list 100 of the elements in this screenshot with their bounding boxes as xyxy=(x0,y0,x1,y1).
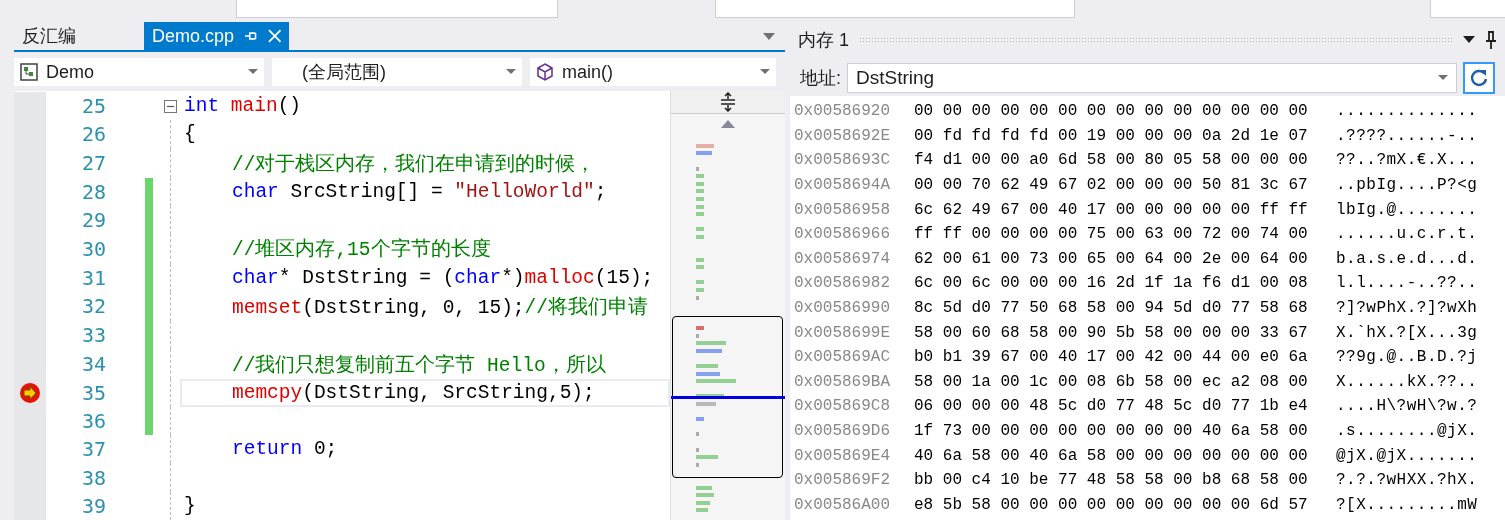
memory-bytes: bb 00 c4 10 be 77 48 58 58 00 b8 68 58 00 xyxy=(914,471,1309,490)
panel-title: 内存 1 xyxy=(798,29,849,52)
navigation-dropdown[interactable]: (全局范围) xyxy=(272,58,522,86)
dropdown-icon[interactable] xyxy=(1463,36,1475,44)
line-number: 30 xyxy=(80,236,106,261)
memory-ascii: .............. xyxy=(1336,102,1478,121)
refresh-button[interactable] xyxy=(1463,62,1495,94)
memory-bytes: 40 6a 58 00 40 6a 58 00 00 00 00 00 00 00 xyxy=(914,446,1309,465)
memory-address: 0x00586974 xyxy=(794,249,891,268)
memory-bytes: b0 b1 39 67 00 40 17 00 42 00 44 00 e0 6a xyxy=(914,348,1309,367)
line-number: 32 xyxy=(80,294,106,319)
line-number: 28 xyxy=(80,179,106,204)
memory-address: 0x005869BA xyxy=(794,372,891,391)
memory-ascii: ......u.c.r.t. xyxy=(1336,225,1478,244)
code-line: } xyxy=(184,494,196,517)
memory-ascii: X......kX.??.. xyxy=(1336,372,1478,391)
address-field[interactable]: DstString xyxy=(847,63,1457,93)
memory-address: 0x00586982 xyxy=(794,274,891,293)
editor-tab[interactable]: 反汇编 xyxy=(14,22,144,50)
memory-bytes: 1f 73 00 00 00 00 00 00 00 00 40 6a 58 00 xyxy=(914,422,1309,440)
navigation-dropdown[interactable]: Demo xyxy=(14,58,264,86)
memory-bytes: 6c 62 49 67 00 40 17 00 00 00 00 00 ff ff xyxy=(914,200,1309,219)
memory-address: 0x0058693C xyxy=(794,151,891,170)
line-number: 27 xyxy=(80,151,106,176)
memory-ascii: @jX.@jX....... xyxy=(1336,446,1478,465)
memory-address: 0x005869D6 xyxy=(794,422,891,440)
line-number: 25 xyxy=(80,94,106,119)
memory-ascii: l.l....-..??.. xyxy=(1336,274,1478,293)
line-number: 35 xyxy=(80,380,106,405)
memory-address: 0x00586A00 xyxy=(794,495,891,514)
code-line: //我们只想复制前五个字节 Hello，所以 xyxy=(232,353,606,378)
editor-tab[interactable]: Demo.cpp xyxy=(144,22,289,50)
code-line: char* DstString = (char*)malloc(15); xyxy=(232,266,654,289)
memory-ascii: .????......-.. xyxy=(1336,126,1478,145)
project-icon xyxy=(20,63,38,81)
memory-address: 0x005869E4 xyxy=(794,446,891,465)
memory-ascii: ?[X.........mW xyxy=(1336,495,1478,514)
line-number: 26 xyxy=(80,122,106,147)
line-number: 38 xyxy=(80,465,106,490)
memory-bytes: 00 00 70 62 49 67 02 00 00 00 50 81 3c 67 xyxy=(914,176,1309,195)
caret-icon[interactable] xyxy=(248,69,258,75)
memory-ascii: lbIg.@........ xyxy=(1336,200,1478,219)
memory-ascii: ?]?wPhX.?]?wXh xyxy=(1336,299,1478,318)
memory-ascii: ..pbIg....P?<g xyxy=(1336,176,1478,195)
collapse-icon[interactable] xyxy=(163,99,177,113)
code-line: //对于栈区内存，我们在申请到的时候， xyxy=(232,152,596,177)
memory-address: 0x005869AC xyxy=(794,348,891,367)
caret-icon[interactable] xyxy=(506,69,516,75)
line-number: 29 xyxy=(80,208,106,233)
line-number: 37 xyxy=(80,437,106,462)
memory-bytes: 00 00 00 00 00 00 00 00 00 00 00 00 00 00 xyxy=(914,102,1309,121)
memory-bytes: 62 00 61 00 73 00 65 00 64 00 2e 00 64 00 xyxy=(914,249,1309,268)
memory-address: 0x00586920 xyxy=(794,102,891,121)
memory-address: 0x00586966 xyxy=(794,225,891,244)
memory-address: 0x0058692E xyxy=(794,126,891,145)
memory-ascii: X.`hX.?[X...3g xyxy=(1336,323,1478,342)
code-line: memcpy(DstString, SrcString,5); xyxy=(232,381,595,404)
memory-address: 0x0058694A xyxy=(794,176,891,195)
memory-bytes: e8 5b 58 00 00 00 00 00 00 00 00 00 6d 57 xyxy=(914,495,1309,514)
close-icon[interactable] xyxy=(267,29,281,43)
caret-icon[interactable] xyxy=(760,69,770,75)
code-line: return 0; xyxy=(232,438,338,461)
code-line: char SrcString[] = "HelloWorld"; xyxy=(232,180,607,203)
memory-address: 0x005869F2 xyxy=(794,471,891,490)
address-label: 地址: xyxy=(800,67,841,90)
code-line: { xyxy=(184,123,196,146)
memory-address: 0x00586958 xyxy=(794,200,891,219)
scroll-up-icon[interactable] xyxy=(721,120,735,128)
toolbar-field[interactable] xyxy=(715,0,1075,18)
caret-icon[interactable] xyxy=(1438,75,1448,81)
memory-bytes: ff ff 00 00 00 00 75 00 63 00 72 00 74 00 xyxy=(914,225,1309,244)
memory-bytes: 58 00 60 68 58 00 90 5b 58 00 00 00 33 67 xyxy=(914,323,1309,342)
line-number: 31 xyxy=(80,265,106,290)
memory-bytes: f4 d1 00 00 a0 6d 58 00 80 05 58 00 00 00 xyxy=(914,151,1309,170)
line-number: 39 xyxy=(80,493,106,518)
code-line: int main() xyxy=(184,95,302,118)
memory-address: 0x0058699E xyxy=(794,323,891,342)
pin-icon[interactable] xyxy=(1485,31,1497,49)
memory-bytes: 06 00 00 00 48 5c d0 77 48 5c d0 77 1b e4 xyxy=(914,397,1309,416)
memory-address: 0x005869C8 xyxy=(794,397,891,416)
toolbar-field[interactable] xyxy=(1430,0,1505,18)
line-number: 36 xyxy=(80,409,106,434)
memory-ascii: ??9g.@..B.D.?j xyxy=(1336,348,1478,367)
memory-ascii: ....H\?wH\?w.? xyxy=(1336,397,1478,416)
memory-bytes: 00 fd fd fd fd 00 19 00 00 00 0a 2d 1e 07 xyxy=(914,126,1309,145)
refresh-icon xyxy=(1468,67,1490,89)
toolbar-field[interactable] xyxy=(236,0,558,18)
memory-bytes: 6c 00 6c 00 00 00 16 2d 1f 1a f6 d1 00 08 xyxy=(914,274,1309,293)
line-number: 33 xyxy=(80,323,106,348)
code-line: memset(DstString, 0, 15);//将我们申请 xyxy=(232,295,648,320)
navigation-dropdown[interactable]: main() xyxy=(530,58,776,86)
memory-ascii: ??..?mX.€.X... xyxy=(1336,151,1478,170)
code-line: //堆区内存,15个字节的长度 xyxy=(232,237,491,263)
memory-ascii: ?.?.?wHXX.?hX. xyxy=(1336,471,1478,490)
cube-icon xyxy=(536,63,554,81)
memory-ascii: b.a.s.e.d...d. xyxy=(1336,249,1478,268)
line-number: 34 xyxy=(80,352,106,377)
memory-address: 0x00586990 xyxy=(794,299,891,318)
memory-bytes: 58 00 1a 00 1c 00 08 6b 58 00 ec a2 08 00 xyxy=(914,372,1309,391)
memory-ascii: .s........@jX. xyxy=(1336,422,1478,440)
